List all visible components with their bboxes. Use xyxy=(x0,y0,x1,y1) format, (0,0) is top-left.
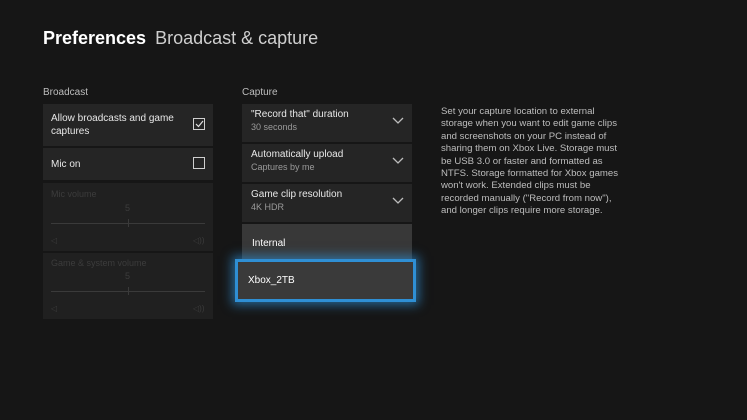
automatically-upload-dropdown[interactable]: Automatically upload Captures by me xyxy=(242,144,412,182)
capture-location-description: Set your capture location to external st… xyxy=(441,106,619,217)
mic-volume-thumb xyxy=(128,219,129,227)
game-volume-label: Game & system volume xyxy=(51,258,147,268)
mic-volume-label: Mic volume xyxy=(51,189,97,199)
game-clip-resolution-value: 4K HDR xyxy=(251,202,285,212)
mic-volume-slider: Mic volume 5 ◁ ◁)) xyxy=(43,183,213,251)
storage-option-xbox-2tb-label: Xbox_2TB xyxy=(248,275,295,286)
volume-high-icon: ◁)) xyxy=(193,236,205,245)
game-clip-resolution-label: Game clip resolution xyxy=(251,189,343,200)
game-volume-high-icon: ◁)) xyxy=(193,304,205,313)
checkmark-icon xyxy=(195,120,203,128)
broadcast-section-label: Broadcast xyxy=(43,87,89,98)
page-title-preferences: Preferences xyxy=(43,28,147,48)
allow-broadcasts-toggle[interactable]: Allow broadcasts and game captures xyxy=(43,104,213,146)
automatically-upload-value: Captures by me xyxy=(251,162,315,172)
mic-volume-value: 5 xyxy=(125,203,131,213)
game-clip-resolution-dropdown[interactable]: Game clip resolution 4K HDR xyxy=(242,184,412,222)
mic-on-checkbox[interactable] xyxy=(193,157,205,169)
game-volume-slider: Game & system volume 5 ◁ ◁)) xyxy=(43,253,213,319)
game-volume-low-icon: ◁ xyxy=(51,304,58,313)
allow-broadcasts-checkbox[interactable] xyxy=(193,118,205,130)
allow-broadcasts-label: Allow broadcasts and game captures xyxy=(51,113,174,137)
storage-option-internal[interactable]: Internal xyxy=(242,224,412,262)
record-that-duration-label: "Record that" duration xyxy=(251,109,349,120)
game-volume-value: 5 xyxy=(125,271,131,281)
storage-option-xbox-2tb[interactable]: Xbox_2TB xyxy=(235,259,416,302)
page-title-section: Broadcast & capture xyxy=(155,28,319,48)
game-volume-thumb xyxy=(128,287,129,295)
capture-section-label: Capture xyxy=(242,87,278,98)
volume-low-icon: ◁ xyxy=(51,236,58,245)
automatically-upload-label: Automatically upload xyxy=(251,149,344,160)
chevron-down-icon xyxy=(392,197,404,204)
page-title: Preferences Broadcast & capture xyxy=(43,28,318,49)
chevron-down-icon xyxy=(392,117,404,124)
chevron-down-icon xyxy=(392,157,404,164)
record-that-duration-dropdown[interactable]: "Record that" duration 30 seconds xyxy=(242,104,412,142)
record-that-duration-value: 30 seconds xyxy=(251,122,298,132)
mic-on-label: Mic on xyxy=(51,158,81,170)
storage-option-internal-label: Internal xyxy=(252,237,286,249)
mic-on-toggle[interactable]: Mic on xyxy=(43,148,213,180)
